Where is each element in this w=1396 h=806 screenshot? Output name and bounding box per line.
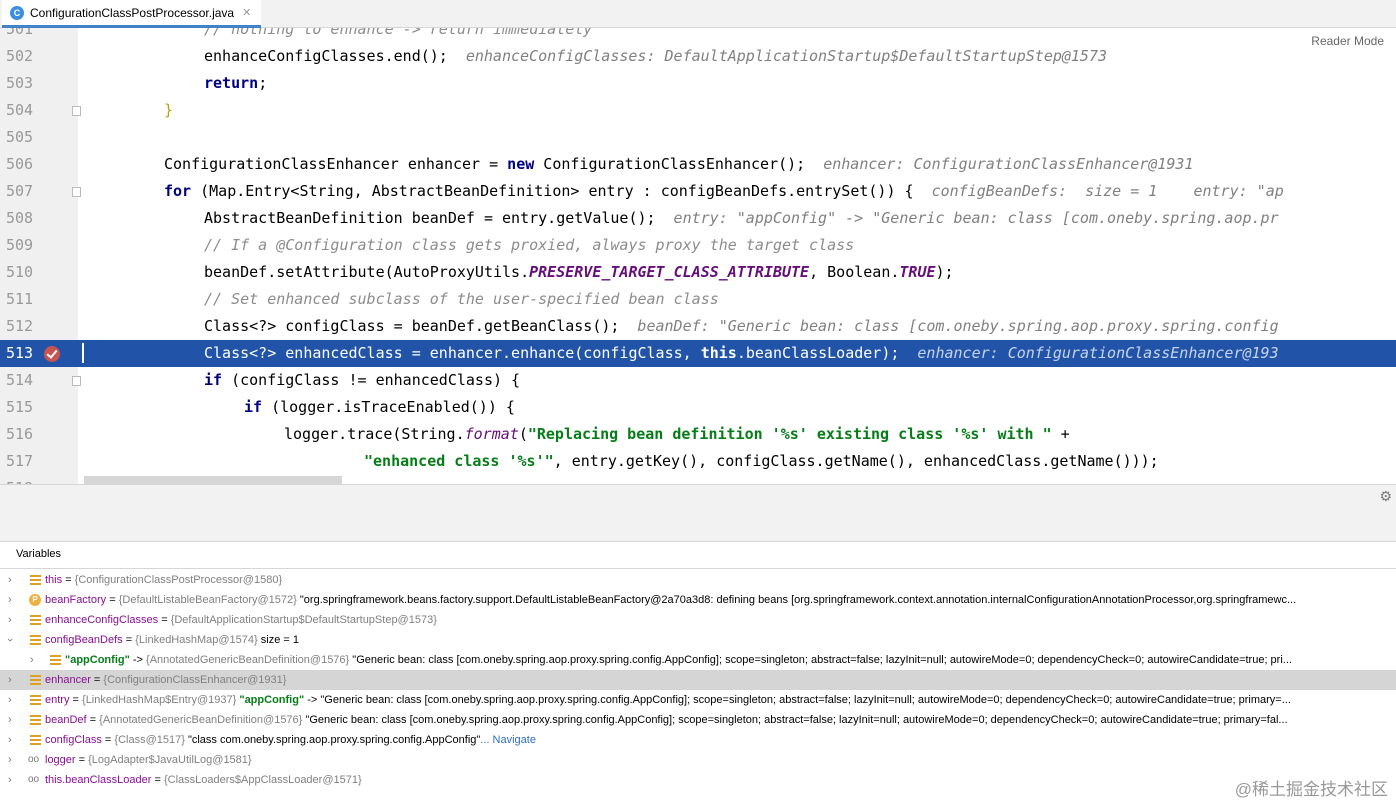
fold-icon[interactable] bbox=[72, 106, 81, 116]
variable-row-enhancer[interactable]: › enhancer = {ConfigurationClassEnhancer… bbox=[0, 670, 1396, 690]
current-execution-line-513: 513 Class<?> enhancedClass = enhancer.enh… bbox=[0, 340, 1396, 367]
code-line-515: 515 if (logger.isTraceEnabled()) { bbox=[6, 398, 515, 416]
code-line-505: 505 bbox=[6, 128, 34, 146]
class-c-icon: C bbox=[10, 5, 24, 20]
breakpoint-icon[interactable] bbox=[44, 346, 60, 362]
horizontal-scrollbar[interactable] bbox=[84, 476, 342, 484]
chevron-right-icon[interactable]: › bbox=[8, 750, 12, 770]
code-line-503: 503 return; bbox=[6, 74, 268, 92]
chevron-down-icon[interactable]: › bbox=[0, 638, 20, 642]
field-icon bbox=[30, 715, 41, 725]
field-icon bbox=[30, 675, 41, 685]
field-icon bbox=[30, 615, 41, 625]
watch-icon: oo bbox=[28, 754, 40, 765]
watch-icon: oo bbox=[28, 774, 40, 785]
chevron-right-icon[interactable]: › bbox=[8, 770, 12, 790]
navigate-link[interactable]: ... Navigate bbox=[480, 734, 536, 746]
code-line-509: 509// If a @Configuration class gets pro… bbox=[6, 236, 855, 254]
inline-debug-hint: enhanceConfigClasses: DefaultApplication… bbox=[465, 47, 1108, 65]
field-icon bbox=[30, 635, 41, 645]
chevron-right-icon[interactable]: › bbox=[8, 730, 12, 750]
code-line-507: 507 for (Map.Entry<String, AbstractBeanDe… bbox=[6, 182, 1284, 200]
inline-debug-hint: beanDef: "Generic bean: class [com.oneby… bbox=[637, 317, 1279, 335]
chevron-right-icon[interactable]: › bbox=[30, 650, 34, 670]
variable-row-appconfig-entry[interactable]: › "appConfig" -> {AnnotatedGenericBeanDe… bbox=[0, 650, 1396, 670]
variable-row-beanfactory[interactable]: › P beanFactory = {DefaultListableBeanFa… bbox=[0, 590, 1396, 610]
chevron-right-icon[interactable]: › bbox=[8, 670, 12, 690]
tab-label: ConfigurationClassPostProcessor.java bbox=[30, 5, 235, 20]
code-line-516: 516 logger.trace(String.format("Replacing… bbox=[6, 425, 1070, 443]
code-line-517: 517 "enhanced class '%s'", entry.getKey()… bbox=[6, 452, 1159, 470]
inline-debug-hint: entry: "appConfig" -> "Generic bean: cla… bbox=[673, 209, 1279, 227]
variable-row-beandef[interactable]: › beanDef = {AnnotatedGenericBeanDefinit… bbox=[0, 710, 1396, 730]
fold-icon[interactable] bbox=[72, 187, 81, 197]
inline-debug-hint: enhancer: ConfigurationClassEnhancer@193… bbox=[823, 155, 1194, 173]
code-line-512: 512 Class<?> configClass = beanDef.getBea… bbox=[6, 317, 1279, 335]
code-line-510: 510 beanDef.setAttribute(AutoProxyUtils.P… bbox=[6, 263, 954, 281]
chevron-right-icon[interactable]: › bbox=[8, 590, 12, 610]
variable-row-entry[interactable]: › entry = {LinkedHashMap$Entry@1937} "ap… bbox=[0, 690, 1396, 710]
reader-mode-button[interactable]: Reader Mode bbox=[1305, 32, 1390, 50]
variable-row-this-beanclassloader[interactable]: › oo this.beanClassLoader = {ClassLoader… bbox=[0, 770, 1396, 790]
chevron-right-icon[interactable]: › bbox=[8, 570, 12, 590]
code-line-508: 508 AbstractBeanDefinition beanDef = entr… bbox=[6, 209, 1279, 227]
close-icon[interactable]: ✕ bbox=[242, 6, 251, 19]
debug-toolbar bbox=[0, 484, 1396, 542]
tab-configurationclasspostprocessor[interactable]: C ConfigurationClassPostProcessor.java ✕ bbox=[2, 0, 262, 28]
field-icon bbox=[30, 575, 41, 585]
inline-debug-hint: configBeanDefs: size = 1 entry: "ap bbox=[931, 182, 1284, 200]
variables-tree: › this = {ConfigurationClassPostProcesso… bbox=[0, 570, 1396, 790]
fold-icon[interactable] bbox=[72, 376, 81, 386]
variable-row-configbeandefs[interactable]: › configBeanDefs = {LinkedHashMap@1574} … bbox=[0, 630, 1396, 650]
field-icon bbox=[30, 695, 41, 705]
gear-icon[interactable]: ⚙ bbox=[1379, 488, 1392, 505]
inline-debug-hint: enhancer: ConfigurationClassEnhancer@193 bbox=[917, 344, 1279, 362]
code-line-501: 501// nothing to enhance -> return immed… bbox=[6, 28, 593, 38]
chevron-right-icon[interactable]: › bbox=[8, 610, 12, 630]
editor-tab-bar: C ConfigurationClassPostProcessor.java ✕ bbox=[0, 0, 1396, 28]
code-line-514: 514 if (configClass != enhancedClass) { bbox=[6, 371, 521, 389]
field-icon bbox=[30, 735, 41, 745]
field-icon bbox=[50, 655, 61, 665]
chevron-right-icon[interactable]: › bbox=[8, 710, 12, 730]
code-line-506: 506 ConfigurationClassEnhancer enhancer =… bbox=[6, 155, 1194, 173]
code-line-502: 502 enhanceConfigClasses.end(); enhanceCon… bbox=[6, 47, 1108, 65]
code-editor[interactable]: 501// nothing to enhance -> return immed… bbox=[0, 28, 1396, 484]
chevron-right-icon[interactable]: › bbox=[8, 690, 12, 710]
variable-row-enhanceconfigclasses[interactable]: › enhanceConfigClasses = {DefaultApplica… bbox=[0, 610, 1396, 630]
code-line-504: 504} bbox=[6, 101, 174, 119]
variable-row-this[interactable]: › this = {ConfigurationClassPostProcesso… bbox=[0, 570, 1396, 590]
variable-row-configclass[interactable]: › configClass = {Class@1517} "class com.… bbox=[0, 730, 1396, 750]
code-line-511: 511// Set enhanced subclass of the user-… bbox=[6, 290, 719, 308]
variables-panel-title: Variables bbox=[0, 542, 1396, 569]
parameter-icon: P bbox=[29, 594, 41, 606]
watermark: @稀土掘金技术社区 bbox=[1234, 780, 1388, 799]
variable-row-logger[interactable]: › oo logger = {LogAdapter$JavaUtilLog@15… bbox=[0, 750, 1396, 770]
